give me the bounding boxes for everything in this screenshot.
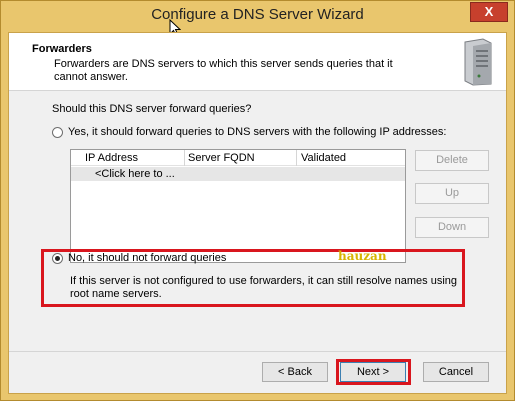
highlight-box <box>336 359 411 385</box>
down-button[interactable]: Down <box>415 217 489 238</box>
ip-address-table[interactable]: IP Address Server FQDN Validated <Click … <box>70 149 406 263</box>
page-title: Forwarders <box>32 43 92 55</box>
column-ip-address[interactable]: IP Address <box>85 152 138 164</box>
wizard-header: Forwarders Forwarders are DNS servers to… <box>9 33 506 91</box>
footer-divider <box>9 351 506 352</box>
column-divider[interactable] <box>296 150 297 166</box>
forward-no-description: If this server is not configured to use … <box>70 275 458 300</box>
add-ip-placeholder[interactable]: <Click here to ... <box>95 168 175 180</box>
table-header: IP Address Server FQDN Validated <box>71 150 405 166</box>
page-description: Forwarders are DNS servers to which this… <box>54 58 393 83</box>
back-button[interactable]: < Back <box>262 362 328 382</box>
forward-yes-radio[interactable] <box>52 127 63 138</box>
watermark: hauzan <box>338 249 387 263</box>
title-bar[interactable]: Configure a DNS Server Wizard X <box>1 1 514 37</box>
forward-no-label[interactable]: No, it should not forward queries <box>68 252 226 264</box>
forward-yes-label[interactable]: Yes, it should forward queries to DNS se… <box>68 126 446 138</box>
column-server-fqdn[interactable]: Server FQDN <box>188 152 255 164</box>
delete-button[interactable]: Delete <box>415 150 489 171</box>
forward-no-radio[interactable] <box>52 253 63 264</box>
forward-question: Should this DNS server forward queries? <box>52 103 252 115</box>
table-row[interactable]: <Click here to ... <box>71 167 405 181</box>
wizard-window: Configure a DNS Server Wizard X Forwarde… <box>0 0 515 401</box>
close-button[interactable]: X <box>470 2 508 22</box>
up-button[interactable]: Up <box>415 183 489 204</box>
window-title: Configure a DNS Server Wizard <box>151 6 364 23</box>
cancel-button[interactable]: Cancel <box>423 362 489 382</box>
server-icon <box>464 38 492 86</box>
column-validated[interactable]: Validated <box>301 152 346 164</box>
wizard-body: Forwarders Forwarders are DNS servers to… <box>8 32 507 394</box>
column-divider[interactable] <box>184 150 185 166</box>
